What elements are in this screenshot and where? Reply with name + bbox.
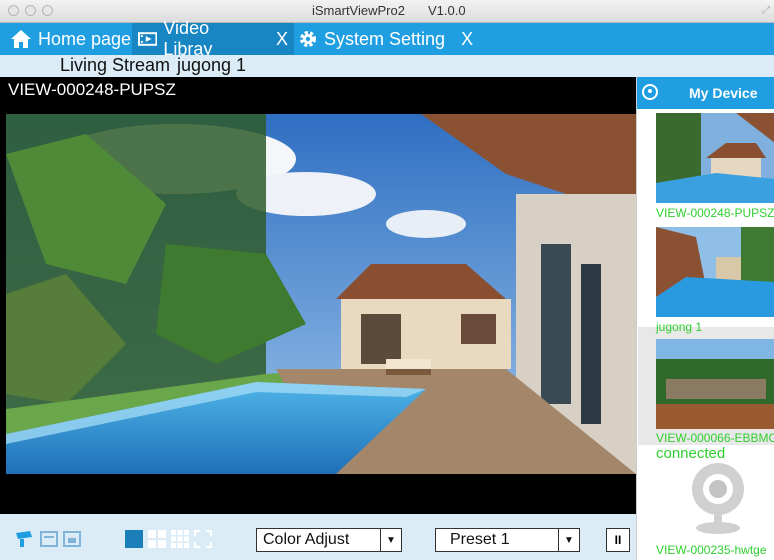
device-panel: My Device VIEW-000248-PUPSZ jugong 1 VIE… <box>636 77 774 560</box>
color-adjust-value: Color Adjust <box>263 531 350 548</box>
tab-video-library[interactable]: Video Libray X <box>132 18 294 59</box>
device-name: jugong 1 <box>656 320 703 334</box>
stream-name: Living Stream <box>60 55 171 75</box>
device-thumbnail <box>656 339 774 429</box>
camera-feed-image <box>6 114 636 474</box>
window-version: V1.0.0 <box>428 3 466 18</box>
tab-system-setting-close[interactable]: X <box>461 29 473 50</box>
window-title: iSmartViewPro2 <box>312 3 405 18</box>
chevron-down-icon: ▼ <box>380 529 401 551</box>
close-window-button[interactable] <box>8 5 19 16</box>
film-icon <box>138 32 158 46</box>
main-nav: Home page Video Libray X System Setting … <box>0 18 774 59</box>
tab-system-setting[interactable]: System Setting X <box>292 23 479 55</box>
gear-icon <box>300 31 316 47</box>
device-name: VIEW-000235-hwtge <box>656 543 767 557</box>
chevron-down-icon: ▼ <box>558 529 579 551</box>
device-thumbnail <box>656 113 774 203</box>
preset-select[interactable]: Preset 1 ▼ <box>435 528 580 552</box>
playback-controls: Color Adjust ▼ Preset 1 ▼ II <box>0 514 636 560</box>
home-icon <box>11 30 31 48</box>
device-name: VIEW-000066-EBBMC <box>656 431 774 445</box>
nine-view-icon[interactable] <box>171 530 189 548</box>
tab-video-library-label: Video Libray <box>163 18 213 59</box>
tab-system-setting-label: System Setting <box>324 28 446 49</box>
minimize-window-button[interactable] <box>25 5 36 16</box>
title-bar: iSmartViewPro2 V1.0.0 ⤢ <box>0 0 774 23</box>
color-adjust-select[interactable]: Color Adjust ▼ <box>256 528 402 552</box>
record-icon[interactable] <box>39 529 59 549</box>
video-player[interactable]: VIEW-000248-PUPSZ <box>0 77 636 514</box>
video-camera-label: VIEW-000248-PUPSZ <box>8 80 176 99</box>
single-view-icon[interactable] <box>125 530 143 548</box>
pause-button[interactable]: II <box>606 528 630 552</box>
device-name: VIEW-000248-PUPSZ <box>656 206 774 220</box>
tab-video-library-close[interactable]: X <box>276 29 288 50</box>
window-controls <box>8 5 53 16</box>
tab-home-label: Home page <box>38 28 132 49</box>
device-thumbnail <box>656 227 774 317</box>
fullscreen-icon[interactable] <box>194 530 212 548</box>
device-camera-icon <box>642 84 658 100</box>
fullscreen-window-icon[interactable]: ⤢ <box>762 5 770 16</box>
stream-info-bar: Living Stream jugong 1 <box>0 55 774 77</box>
device-panel-title: My Device <box>689 85 758 101</box>
tab-home[interactable]: Home page <box>4 23 137 55</box>
quad-view-icon[interactable] <box>148 530 166 548</box>
ptz-icon[interactable] <box>14 529 34 549</box>
device-panel-header: My Device <box>637 77 774 109</box>
snapshot-icon[interactable] <box>62 529 82 549</box>
webcam-placeholder-icon <box>692 463 744 534</box>
preset-value: Preset 1 <box>450 531 510 548</box>
stream-camera: jugong 1 <box>177 55 247 75</box>
zoom-window-button[interactable] <box>42 5 53 16</box>
